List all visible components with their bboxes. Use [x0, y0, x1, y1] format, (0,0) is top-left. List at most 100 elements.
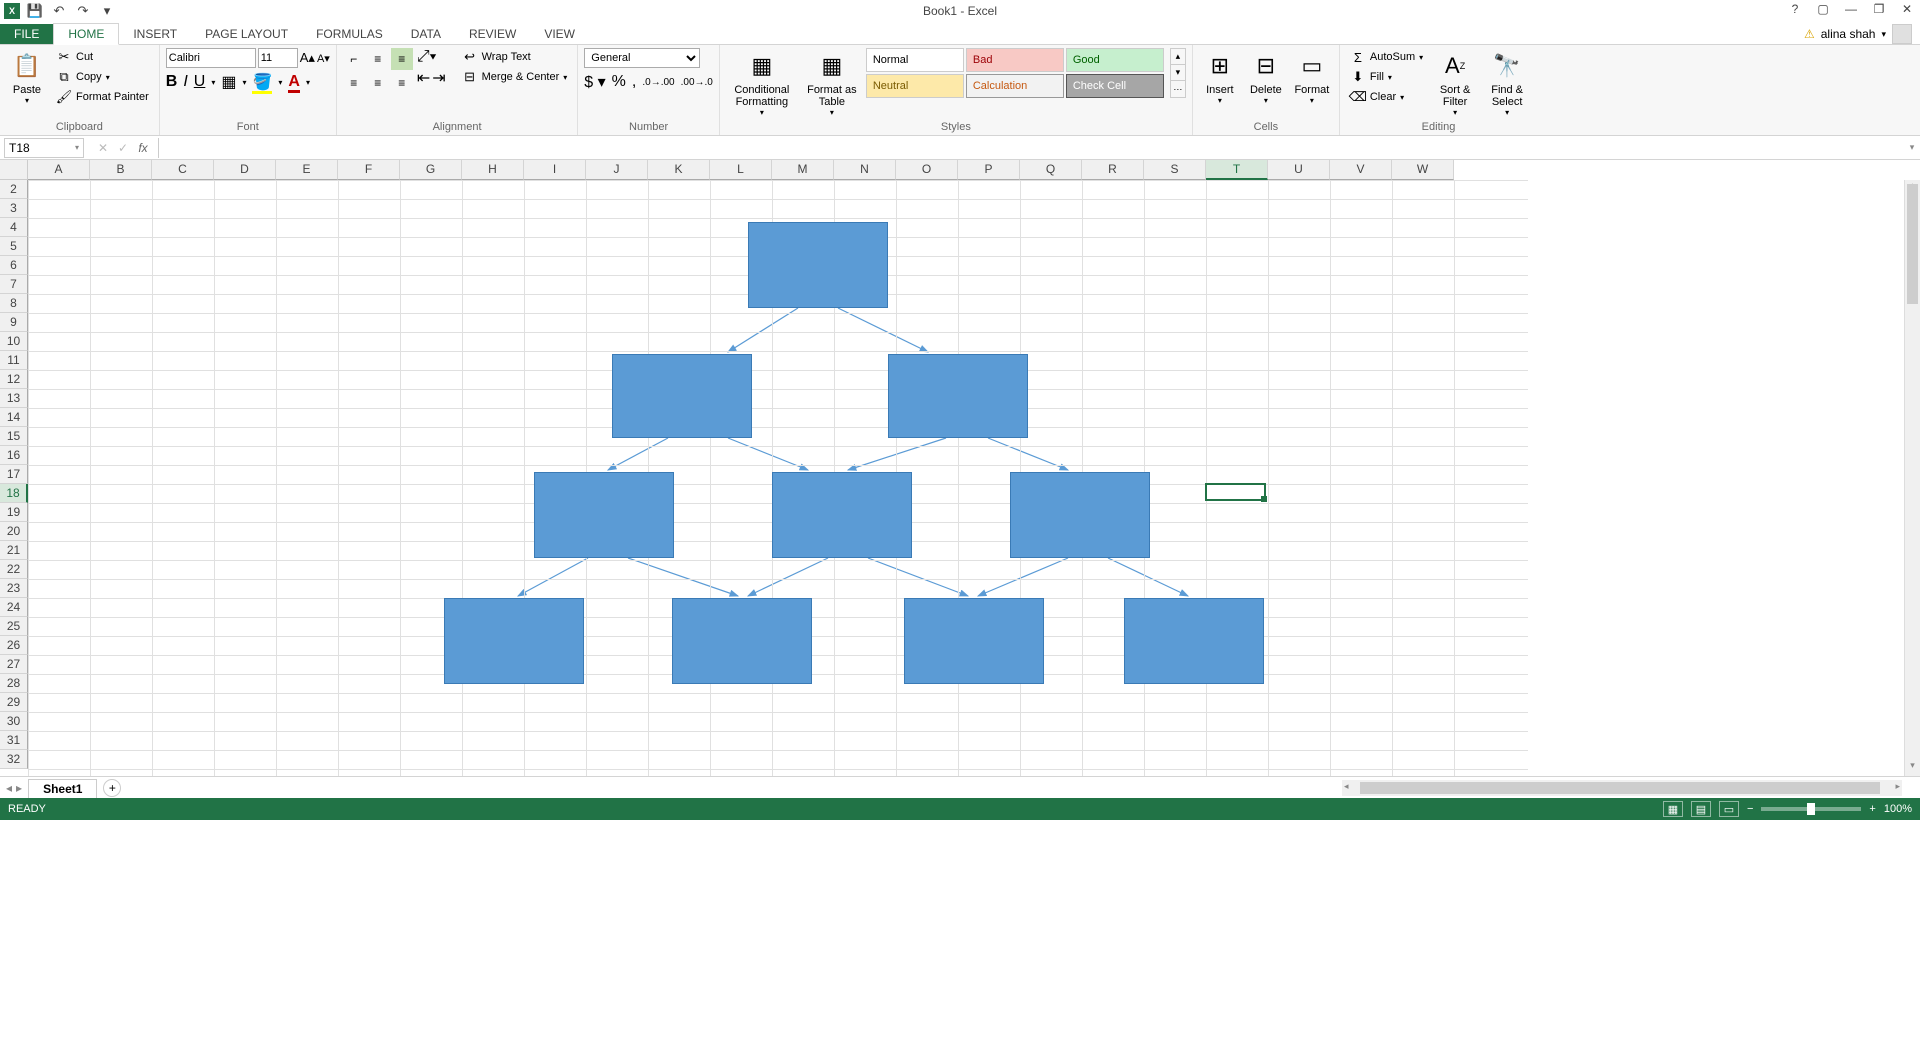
sheet-nav-prev-icon[interactable]: ◂: [6, 781, 12, 795]
col-header-C[interactable]: C: [152, 160, 214, 180]
style-calculation[interactable]: Calculation: [966, 74, 1064, 98]
col-header-J[interactable]: J: [586, 160, 648, 180]
row-header-16[interactable]: 16: [0, 446, 28, 465]
cut-button[interactable]: Cut: [52, 48, 153, 66]
tab-data[interactable]: DATA: [397, 24, 455, 44]
paste-button[interactable]: Paste ▾: [6, 48, 48, 105]
style-neutral[interactable]: Neutral: [866, 74, 964, 98]
connector-arrow-1[interactable]: [838, 308, 928, 352]
row-header-15[interactable]: 15: [0, 427, 28, 446]
name-box[interactable]: T18▾: [4, 138, 84, 158]
col-header-T[interactable]: T: [1206, 160, 1268, 180]
zoom-level[interactable]: 100%: [1884, 803, 1912, 815]
row-header-19[interactable]: 19: [0, 503, 28, 522]
row-header-13[interactable]: 13: [0, 389, 28, 408]
row-header-23[interactable]: 23: [0, 579, 28, 598]
tab-file[interactable]: FILE: [0, 24, 53, 44]
gallery-down-icon[interactable]: ▾: [1171, 65, 1185, 81]
user-dropdown-icon[interactable]: ▾: [1881, 29, 1886, 40]
row-header-25[interactable]: 25: [0, 617, 28, 636]
decrease-decimal-icon[interactable]: .00→.0: [681, 77, 713, 88]
shape-rect-2[interactable]: [888, 354, 1028, 438]
row-header-24[interactable]: 24: [0, 598, 28, 617]
style-good[interactable]: Good: [1066, 48, 1164, 72]
col-header-H[interactable]: H: [462, 160, 524, 180]
format-cells-button[interactable]: ▭Format▾: [1291, 48, 1333, 105]
gallery-up-icon[interactable]: ▴: [1171, 49, 1185, 65]
align-top-icon[interactable]: ⌐: [343, 48, 365, 70]
connector-arrow-11[interactable]: [1108, 558, 1188, 596]
fill-color-button[interactable]: 🪣: [252, 72, 272, 92]
expand-formula-bar-icon[interactable]: ▾: [1904, 142, 1920, 153]
col-header-N[interactable]: N: [834, 160, 896, 180]
copy-button[interactable]: Copy▾: [52, 68, 153, 86]
format-as-table-button[interactable]: ▦ Format as Table▾: [802, 48, 862, 117]
restore-icon[interactable]: ❐: [1870, 0, 1888, 18]
font-name-combo[interactable]: [166, 48, 256, 68]
col-header-Q[interactable]: Q: [1020, 160, 1082, 180]
zoom-out-icon[interactable]: −: [1747, 803, 1753, 815]
col-header-K[interactable]: K: [648, 160, 710, 180]
border-button[interactable]: ▦: [221, 72, 236, 92]
horizontal-scrollbar[interactable]: ◂ ▸: [1342, 780, 1902, 796]
shape-rect-5[interactable]: [1010, 472, 1150, 558]
row-header-18[interactable]: 18: [0, 484, 28, 503]
row-header-21[interactable]: 21: [0, 541, 28, 560]
redo-icon[interactable]: ↷: [74, 2, 92, 20]
align-middle-icon[interactable]: ≡: [367, 48, 389, 70]
number-format-combo[interactable]: General: [584, 48, 700, 68]
clear-button[interactable]: ⌫Clear▾: [1346, 88, 1427, 106]
save-icon[interactable]: 💾: [26, 2, 44, 20]
undo-icon[interactable]: ↶: [50, 2, 68, 20]
style-check-cell[interactable]: Check Cell: [1066, 74, 1164, 98]
row-header-31[interactable]: 31: [0, 731, 28, 750]
formula-input[interactable]: [158, 138, 1904, 158]
col-header-O[interactable]: O: [896, 160, 958, 180]
connector-arrow-9[interactable]: [868, 558, 968, 596]
wrap-text-button[interactable]: ↩Wrap Text: [458, 48, 572, 66]
decrease-indent-icon[interactable]: ⇤: [417, 68, 430, 88]
row-header-20[interactable]: 20: [0, 522, 28, 541]
cell-styles-gallery[interactable]: Normal Bad Good Neutral Calculation Chec…: [866, 48, 1164, 98]
row-header-28[interactable]: 28: [0, 674, 28, 693]
row-header-26[interactable]: 26: [0, 636, 28, 655]
shape-rect-7[interactable]: [672, 598, 812, 684]
tab-formulas[interactable]: FORMULAS: [302, 24, 397, 44]
user-area[interactable]: ⚠ alina shah ▾: [1804, 24, 1920, 44]
sheet-tab-sheet1[interactable]: Sheet1: [28, 779, 97, 798]
col-header-I[interactable]: I: [524, 160, 586, 180]
tab-page-layout[interactable]: PAGE LAYOUT: [191, 24, 302, 44]
minimize-icon[interactable]: —: [1842, 0, 1860, 18]
style-bad[interactable]: Bad: [966, 48, 1064, 72]
tab-view[interactable]: VIEW: [530, 24, 589, 44]
col-header-F[interactable]: F: [338, 160, 400, 180]
row-header-12[interactable]: 12: [0, 370, 28, 389]
sheet-nav-next-icon[interactable]: ▸: [16, 781, 22, 795]
row-header-8[interactable]: 8: [0, 294, 28, 313]
row-header-11[interactable]: 11: [0, 351, 28, 370]
conditional-formatting-button[interactable]: ▦ Conditional Formatting▾: [726, 48, 798, 117]
help-icon[interactable]: ?: [1786, 0, 1804, 18]
select-all-corner[interactable]: [0, 160, 28, 180]
row-header-10[interactable]: 10: [0, 332, 28, 351]
page-break-view-icon[interactable]: ▭: [1719, 801, 1739, 817]
accounting-format-icon[interactable]: $ ▾: [584, 72, 605, 92]
percent-format-icon[interactable]: %: [612, 73, 626, 91]
shape-rect-9[interactable]: [1124, 598, 1264, 684]
scroll-thumb[interactable]: [1907, 184, 1918, 304]
col-header-G[interactable]: G: [400, 160, 462, 180]
find-select-button[interactable]: 🔭Find & Select▾: [1483, 48, 1531, 117]
row-header-9[interactable]: 9: [0, 313, 28, 332]
orientation-icon[interactable]: ⤢▾: [417, 48, 446, 66]
tab-insert[interactable]: INSERT: [119, 24, 191, 44]
row-header-6[interactable]: 6: [0, 256, 28, 275]
row-header-29[interactable]: 29: [0, 693, 28, 712]
shape-rect-6[interactable]: [444, 598, 584, 684]
gallery-more-icon[interactable]: ⋯: [1171, 81, 1185, 97]
insert-cells-button[interactable]: ⊞Insert▾: [1199, 48, 1241, 105]
zoom-slider[interactable]: [1761, 807, 1861, 811]
cancel-icon[interactable]: ✕: [94, 139, 112, 157]
col-header-E[interactable]: E: [276, 160, 338, 180]
bold-button[interactable]: B: [166, 73, 178, 91]
italic-button[interactable]: I: [183, 73, 187, 91]
